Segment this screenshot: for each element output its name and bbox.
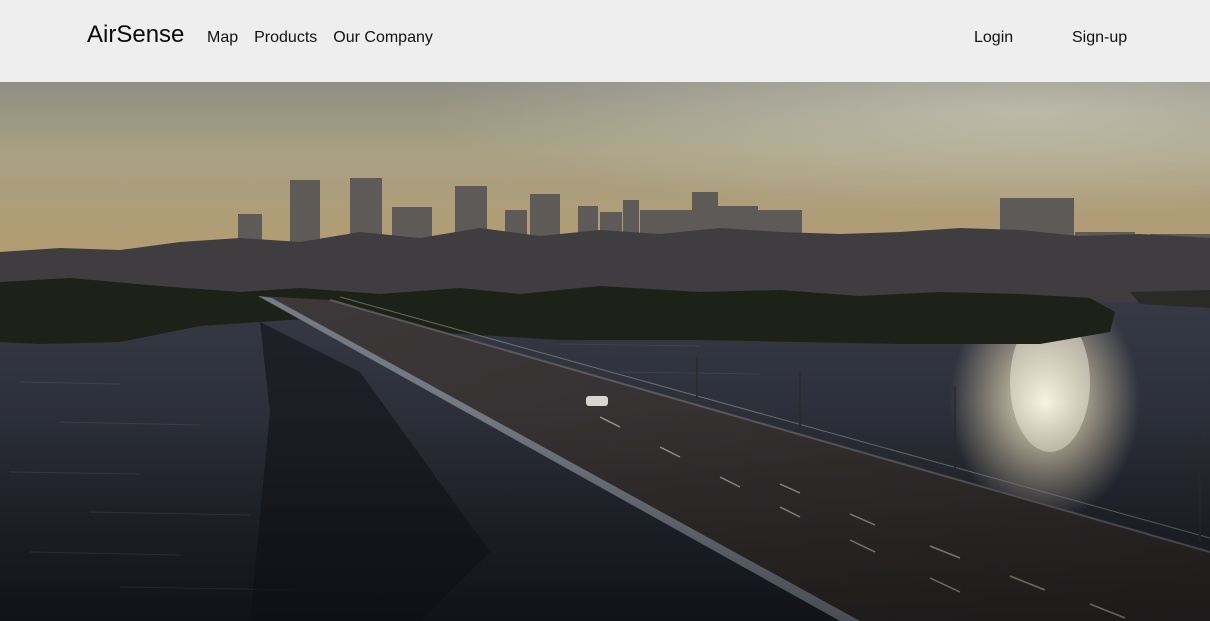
- main-nav: Map Products Our Company: [207, 28, 433, 48]
- nav-link-our-company[interactable]: Our Company: [333, 28, 433, 48]
- nav-link-products[interactable]: Products: [254, 28, 317, 48]
- hero-city-bridge-image: [0, 82, 1210, 621]
- top-navigation-bar: AirSense Map Products Our Company Login …: [0, 0, 1210, 82]
- brand-logo-link[interactable]: AirSense: [87, 21, 184, 49]
- hero-video-banner: [0, 82, 1210, 621]
- login-link[interactable]: Login: [974, 28, 1013, 48]
- signup-link[interactable]: Sign-up: [1072, 28, 1127, 48]
- nav-link-map[interactable]: Map: [207, 28, 238, 48]
